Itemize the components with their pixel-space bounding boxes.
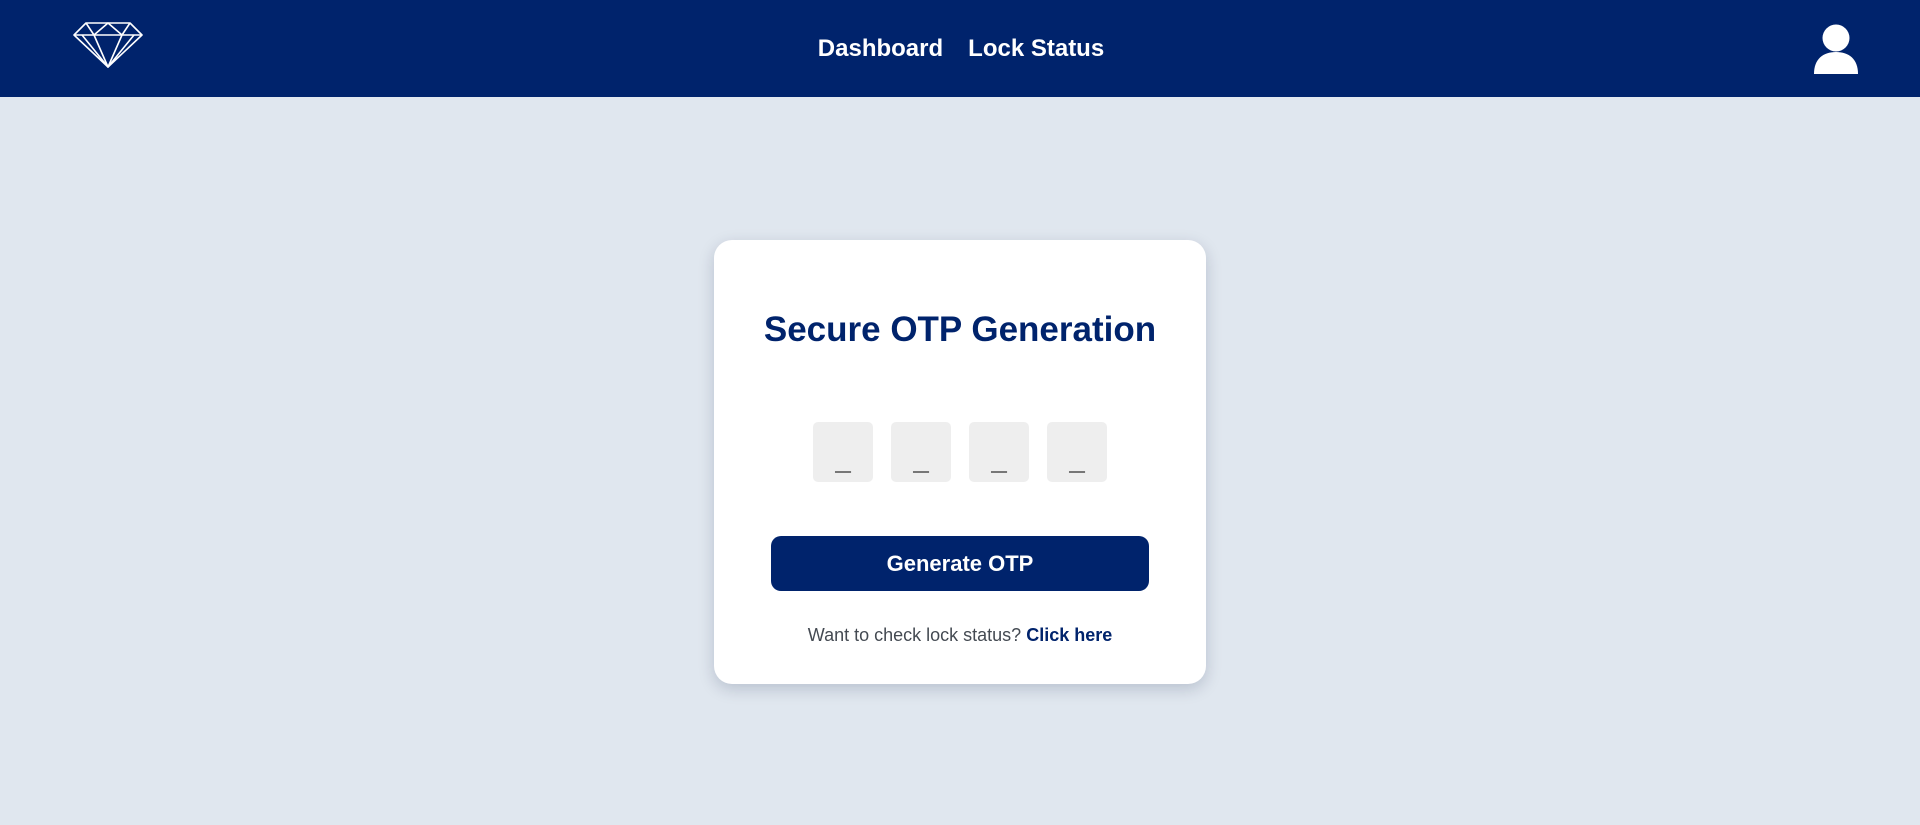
otp-digit-box: _: [969, 422, 1029, 482]
otp-card: Secure OTP Generation _ _ _ _ Generate O…: [714, 240, 1206, 684]
otp-digit-box: _: [1047, 422, 1107, 482]
main-nav: Dashboard Lock Status: [0, 0, 1920, 97]
nav-link-lock-status[interactable]: Lock Status: [968, 35, 1104, 63]
lock-status-prompt-text: Want to check lock status?: [807, 625, 1022, 645]
otp-digit-box: _: [891, 422, 951, 482]
diamond-logo-icon[interactable]: [72, 21, 144, 69]
nav-link-dashboard[interactable]: Dashboard: [818, 35, 943, 63]
otp-digit-box: _: [813, 422, 873, 482]
user-profile-icon[interactable]: [1812, 24, 1860, 74]
lock-status-prompt: Want to check lock status? Click here: [714, 623, 1206, 647]
top-navbar: Dashboard Lock Status: [0, 0, 1920, 97]
lock-status-link[interactable]: Click here: [1026, 625, 1112, 645]
otp-digit-row: _ _ _ _: [813, 422, 1107, 482]
generate-otp-button[interactable]: Generate OTP: [771, 536, 1149, 591]
card-title: Secure OTP Generation: [763, 310, 1157, 349]
